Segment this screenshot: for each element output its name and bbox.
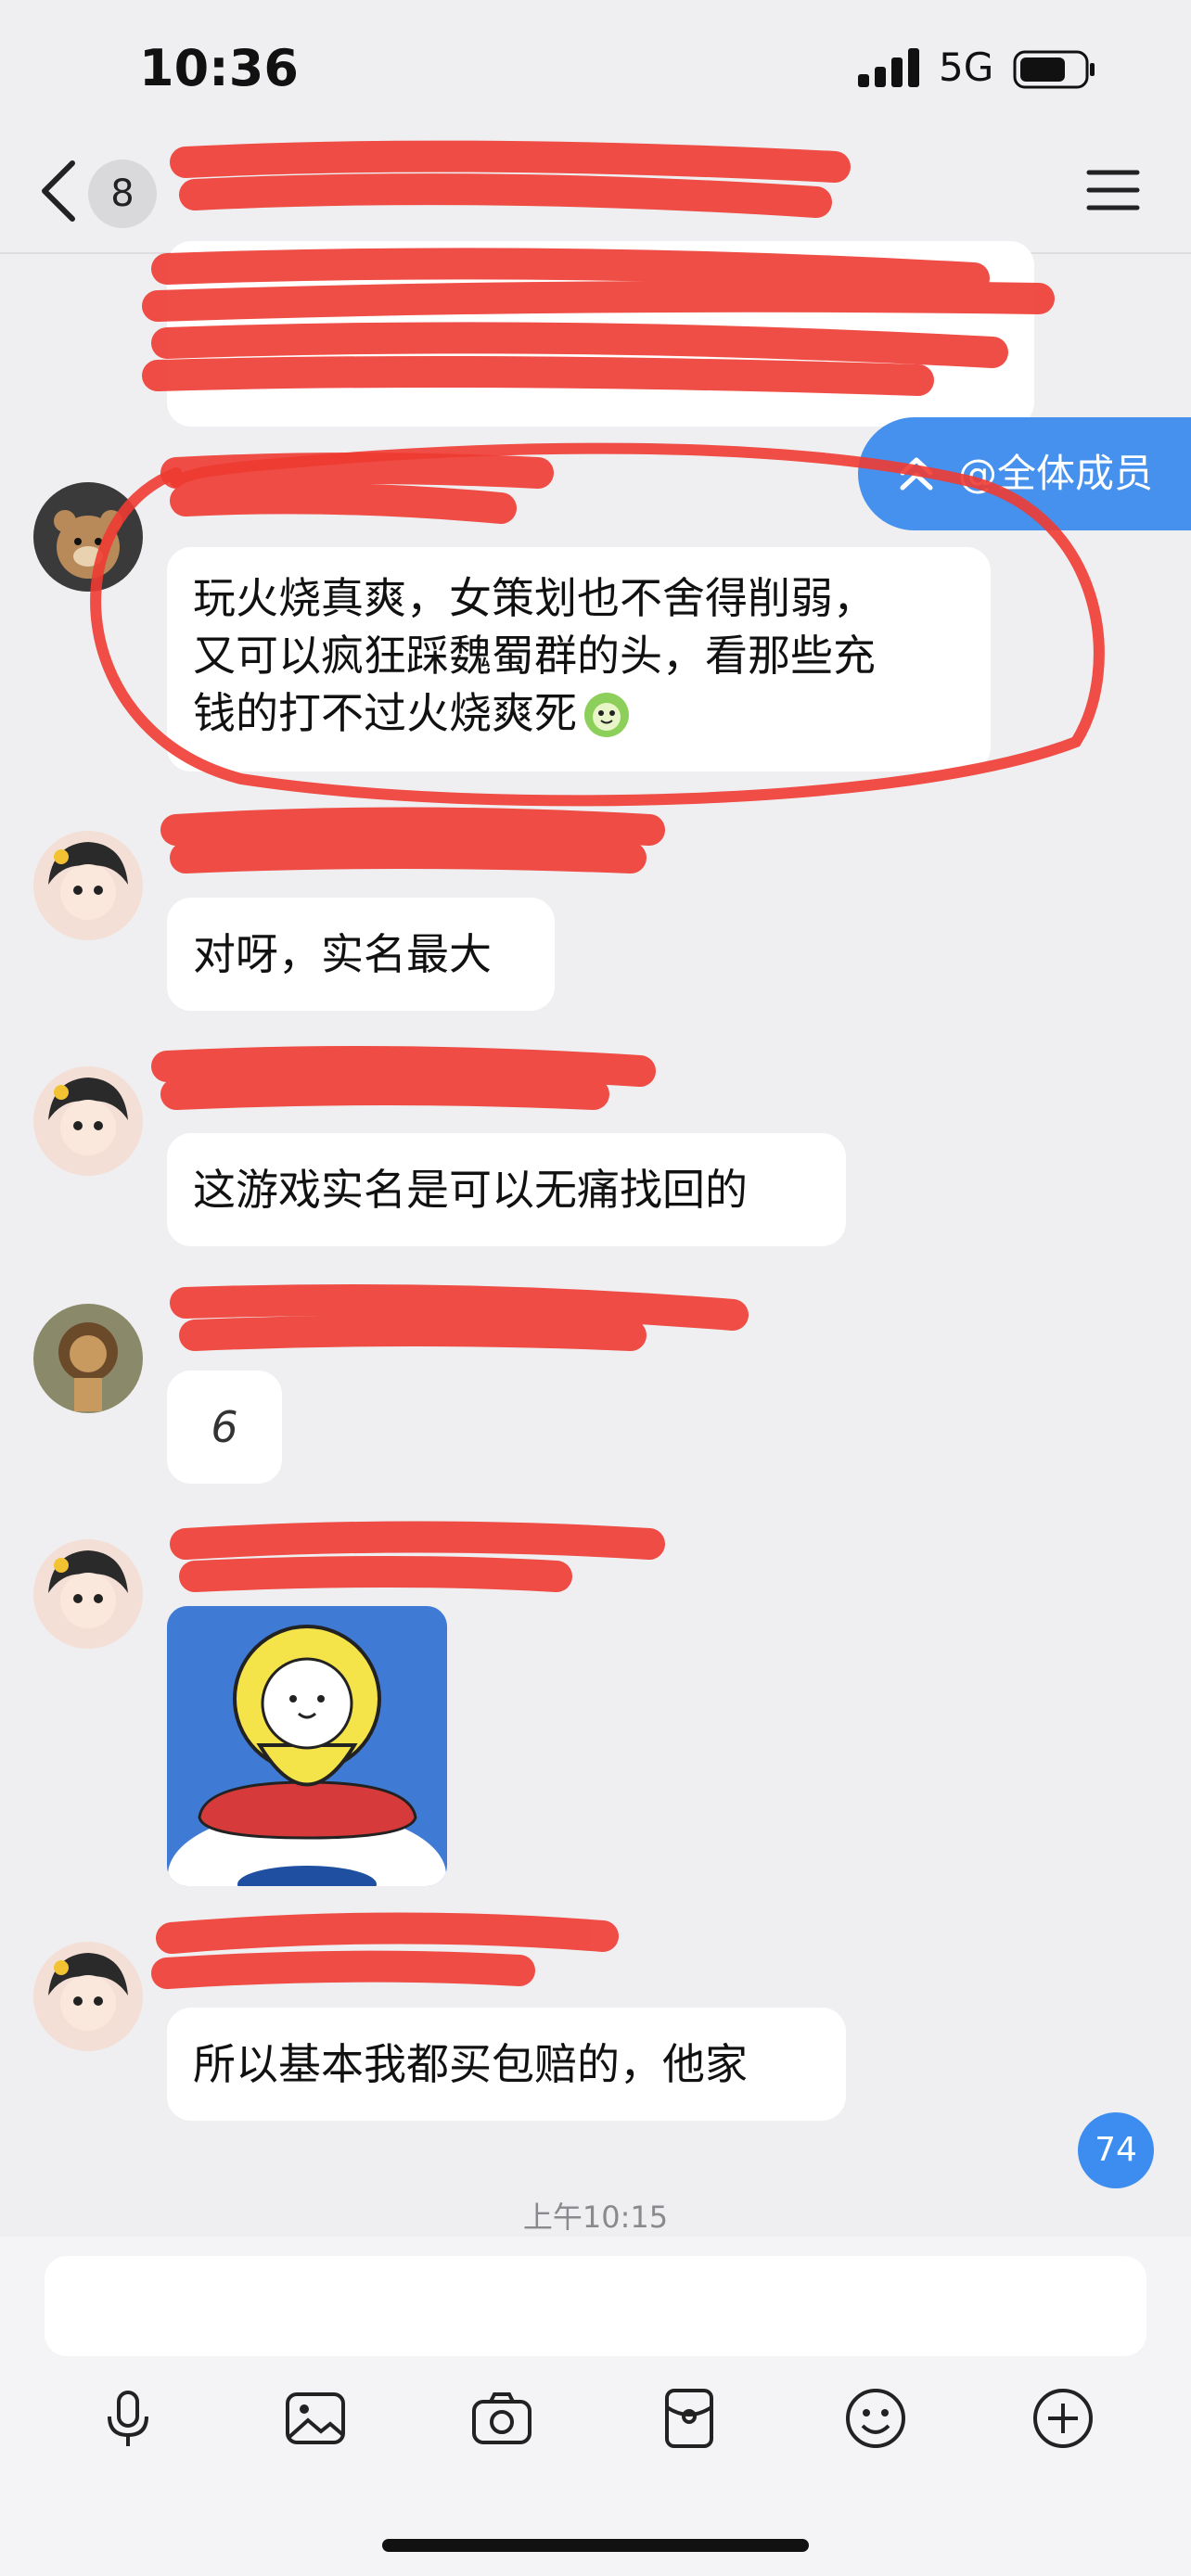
message-input[interactable]: [45, 2256, 1146, 2356]
image-icon[interactable]: [282, 2385, 349, 2452]
redaction-overlay: [90, 140, 1105, 1989]
plus-icon[interactable]: [1030, 2385, 1096, 2452]
home-indicator[interactable]: [382, 2539, 809, 2552]
emoji-icon[interactable]: [842, 2385, 909, 2452]
red-packet-icon[interactable]: [656, 2385, 723, 2452]
mic-icon[interactable]: [95, 2385, 161, 2452]
camera-icon[interactable]: [468, 2385, 535, 2452]
